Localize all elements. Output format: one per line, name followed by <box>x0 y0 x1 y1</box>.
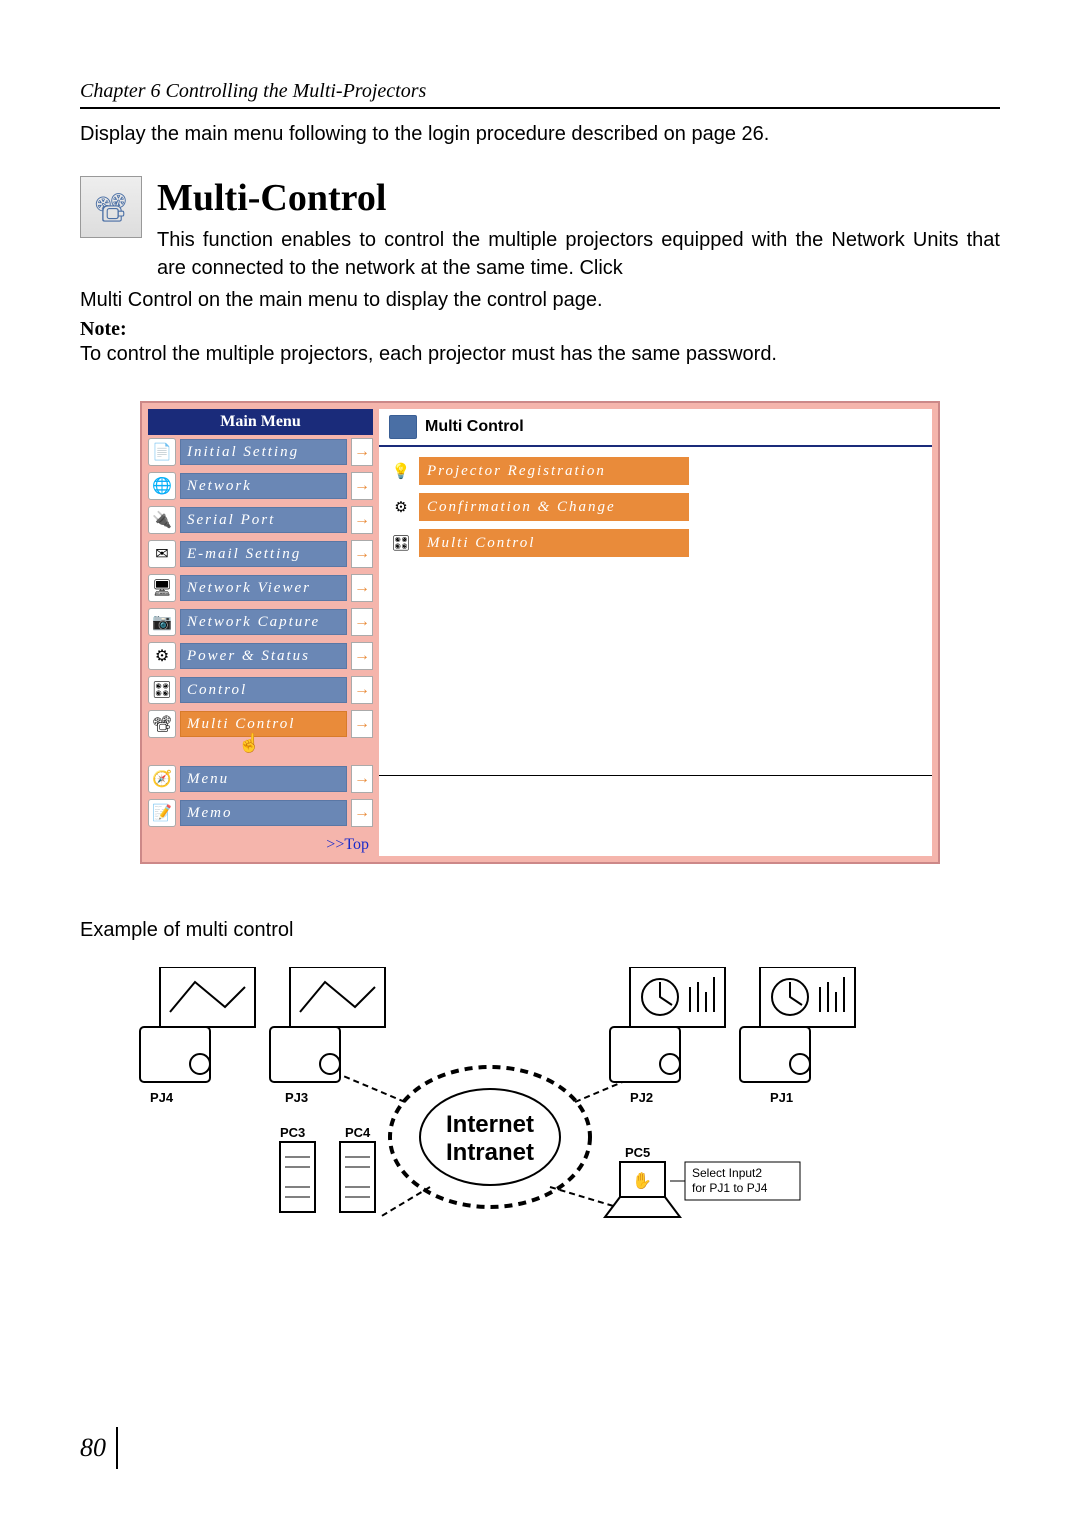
menu-label: Serial Port <box>180 507 347 533</box>
arrow-right-icon: → <box>351 540 373 568</box>
intro-text: Display the main menu following to the l… <box>80 123 1000 146</box>
menu-icon: 📝 <box>148 799 176 827</box>
menu-label: Control <box>180 677 347 703</box>
arrow-right-icon: → <box>351 765 373 793</box>
label-pj2: PJ2 <box>630 1090 653 1105</box>
example-caption: Example of multi control <box>80 919 1000 942</box>
menu-item-initial-setting[interactable]: 📄Initial Setting→ <box>148 435 373 469</box>
chapter-header: Chapter 6 Controlling the Multi-Projecto… <box>80 80 1000 109</box>
multi-control-header-title: Multi Control <box>425 418 524 436</box>
arrow-right-icon: → <box>351 608 373 636</box>
sub-item-projector-registration[interactable]: 💡Projector Registration <box>389 453 922 489</box>
section-title: Multi-Control <box>157 176 1000 220</box>
main-menu-title: Main Menu <box>148 409 373 435</box>
label-pc3: PC3 <box>280 1125 305 1140</box>
menu-item-menu[interactable]: 🧭Menu→ <box>148 762 373 796</box>
menu-label: E-mail Setting <box>180 541 347 567</box>
label-pc5: PC5 <box>625 1145 650 1160</box>
multi-control-icon: 📽 <box>80 176 142 238</box>
menu-icon: 📷 <box>148 608 176 636</box>
cursor-icon: ☝ <box>238 733 463 754</box>
diagram-note-1: Select Input2 <box>692 1166 762 1180</box>
arrow-right-icon: → <box>351 574 373 602</box>
sub-label: Multi Control <box>419 529 689 557</box>
pc4 <box>340 1142 375 1212</box>
sub-item-multi-control[interactable]: 🎛Multi Control <box>389 525 922 561</box>
menu-item-network-viewer[interactable]: 🖥Network Viewer→ <box>148 571 373 605</box>
arrow-right-icon: → <box>351 506 373 534</box>
menu-label: Power & Status <box>180 643 347 669</box>
menu-label: Memo <box>180 800 347 826</box>
svg-text:✋: ✋ <box>632 1171 652 1190</box>
diagram-center-1: Internet <box>446 1111 534 1138</box>
diagram-center-2: Intranet <box>446 1139 534 1166</box>
menu-item-serial-port[interactable]: 🔌Serial Port→ <box>148 503 373 537</box>
menu-icon: 🧭 <box>148 765 176 793</box>
sub-item-confirmation-change[interactable]: ⚙Confirmation & Change <box>389 489 922 525</box>
arrow-right-icon: → <box>351 438 373 466</box>
top-link[interactable]: >>Top <box>148 830 373 856</box>
sub-icon: ⚙ <box>389 495 413 519</box>
projector-pj4 <box>140 967 255 1082</box>
arrow-right-icon: → <box>351 472 373 500</box>
page-number: 80 <box>80 1427 118 1469</box>
main-menu-panel: Main Menu 📄Initial Setting→🌐Network→🔌Ser… <box>148 409 373 856</box>
label-pj3: PJ3 <box>285 1090 308 1105</box>
sub-icon: 🎛 <box>389 531 413 555</box>
pc3 <box>280 1142 315 1212</box>
projector-pj3 <box>270 967 385 1082</box>
section-body-rest: on the main menu to display the control … <box>192 289 602 311</box>
section-body-first: This function enables to control the mul… <box>157 226 1000 282</box>
section-body-bold: Multi Control <box>80 289 192 311</box>
label-pj1: PJ1 <box>770 1090 793 1105</box>
sub-label: Projector Registration <box>419 457 689 485</box>
menu-icon: 🎛 <box>148 676 176 704</box>
menu-item-e-mail-setting[interactable]: ✉E-mail Setting→ <box>148 537 373 571</box>
diagram-note-2: for PJ1 to PJ4 <box>692 1181 768 1195</box>
projector-pj1 <box>740 967 855 1082</box>
network-diagram: Internet Intranet PJ4 PJ3 <box>130 967 950 1247</box>
menu-label: Initial Setting <box>180 439 347 465</box>
label-pc4: PC4 <box>345 1125 371 1140</box>
multi-control-panel: Multi Control 💡Projector Registration⚙Co… <box>379 409 932 856</box>
menu-label: Menu <box>180 766 347 792</box>
sub-icon: 💡 <box>389 459 413 483</box>
menu-item-control[interactable]: 🎛Control→ <box>148 673 373 707</box>
menu-label: Network Capture <box>180 609 347 635</box>
menu-item-network[interactable]: 🌐Network→ <box>148 469 373 503</box>
menu-item-network-capture[interactable]: 📷Network Capture→ <box>148 605 373 639</box>
menu-icon: ⚙ <box>148 642 176 670</box>
arrow-right-icon: → <box>351 676 373 704</box>
note-text: To control the multiple projectors, each… <box>80 343 1000 366</box>
label-pj4: PJ4 <box>150 1090 174 1105</box>
ui-screenshot: Main Menu 📄Initial Setting→🌐Network→🔌Ser… <box>140 401 940 864</box>
menu-item-memo[interactable]: 📝Memo→ <box>148 796 373 830</box>
menu-item-power-status[interactable]: ⚙Power & Status→ <box>148 639 373 673</box>
arrow-right-icon: → <box>351 642 373 670</box>
menu-icon: ✉ <box>148 540 176 568</box>
sub-label: Confirmation & Change <box>419 493 689 521</box>
menu-label: Network <box>180 473 347 499</box>
menu-icon: 📽 <box>148 710 176 738</box>
menu-icon: 📄 <box>148 438 176 466</box>
menu-icon: 🔌 <box>148 506 176 534</box>
note-label: Note: <box>80 318 1000 341</box>
projector-pj2 <box>610 967 725 1082</box>
multi-control-header-icon <box>389 415 417 439</box>
pc5: ✋ <box>605 1162 680 1217</box>
menu-label: Network Viewer <box>180 575 347 601</box>
menu-icon: 🌐 <box>148 472 176 500</box>
arrow-right-icon: → <box>351 799 373 827</box>
menu-icon: 🖥 <box>148 574 176 602</box>
